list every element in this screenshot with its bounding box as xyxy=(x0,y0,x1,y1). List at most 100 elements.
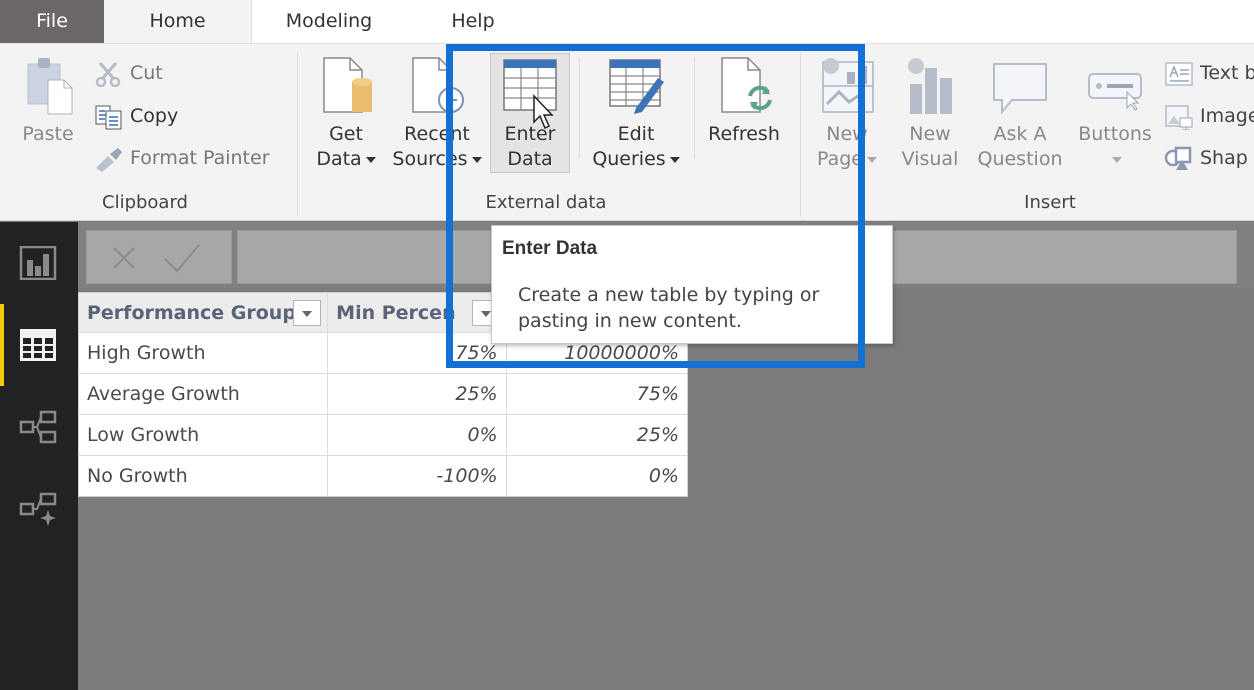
column-header[interactable]: Min Percen xyxy=(328,293,507,332)
edit-table-icon xyxy=(606,54,666,116)
column-header-label: Performance Group xyxy=(87,302,296,324)
ribbon: Paste Cut Copy Format Painter Clipboard … xyxy=(0,43,1254,221)
chevron-down-icon xyxy=(669,156,680,163)
ask-question-label-1: Ask A xyxy=(993,123,1047,145)
table-cell[interactable]: Average Growth xyxy=(79,374,329,414)
table-cell[interactable]: Low Growth xyxy=(79,415,329,455)
format-painter-button[interactable]: Format Painter xyxy=(94,143,270,173)
chevron-down-icon xyxy=(867,156,877,163)
enter-data-label-2: Data xyxy=(507,148,553,170)
bar-chart-icon xyxy=(900,54,960,116)
column-filter-dropdown[interactable] xyxy=(293,300,322,326)
table-cell[interactable]: 25% xyxy=(328,374,507,414)
recent-sources-label-1: Recent xyxy=(404,123,470,145)
copy-icon xyxy=(94,104,124,130)
table-cell[interactable]: 0% xyxy=(328,415,507,455)
table-cell[interactable]: 0% xyxy=(507,456,687,496)
chevron-down-icon xyxy=(471,156,482,163)
cut-button[interactable]: Cut xyxy=(94,58,163,88)
text-box-label: Text b xyxy=(1200,62,1254,84)
edit-queries-button[interactable]: Edit Queries xyxy=(590,54,682,172)
text-box-icon xyxy=(1164,61,1194,87)
buttons-button[interactable]: Buttons xyxy=(1072,54,1158,172)
model-sparkle-icon xyxy=(19,492,57,526)
clipboard-group-label: Clipboard xyxy=(102,192,188,213)
nav-relationships-view[interactable] xyxy=(0,386,78,468)
group-separator xyxy=(297,52,298,217)
scissors-icon xyxy=(94,61,124,87)
recent-sources-button[interactable]: Recent Sources xyxy=(388,54,486,172)
column-header-label: Min Percen xyxy=(336,302,456,324)
new-visual-button[interactable]: New Visual xyxy=(894,54,966,172)
mouse-cursor-icon xyxy=(532,94,558,132)
speech-bubble-icon xyxy=(990,54,1050,116)
external-data-group-label: External data xyxy=(485,192,607,213)
image-icon xyxy=(1164,104,1194,130)
table-cell[interactable]: 75% xyxy=(328,333,507,373)
new-page-button[interactable]: New Page xyxy=(812,54,882,172)
active-indicator xyxy=(0,304,4,386)
nav-data-view[interactable] xyxy=(0,304,78,386)
table-cell[interactable]: High Growth xyxy=(79,333,329,373)
recent-sources-label-2: Sources xyxy=(392,148,468,170)
enter-data-tooltip: Enter Data Create a new table by typing … xyxy=(491,225,893,344)
ask-question-button[interactable]: Ask A Question xyxy=(972,54,1068,172)
copy-button[interactable]: Copy xyxy=(94,101,178,131)
image-button[interactable]: Image xyxy=(1164,101,1254,131)
database-icon xyxy=(316,54,376,116)
text-box-button[interactable]: Text b xyxy=(1164,58,1254,88)
table-row: Average Growth 25% 75% xyxy=(79,374,687,415)
get-data-button[interactable]: Get Data xyxy=(310,54,382,172)
ribbon-tab-bar: File Home Modeling Help xyxy=(0,0,1254,44)
shapes-button[interactable]: Shap xyxy=(1164,143,1248,173)
group-separator xyxy=(800,52,801,217)
buttons-label: Buttons xyxy=(1078,123,1152,145)
table-cell[interactable]: 75% xyxy=(507,374,687,414)
copy-label: Copy xyxy=(130,105,179,127)
cut-label: Cut xyxy=(130,62,163,84)
paste-icon xyxy=(18,54,78,116)
tab-modeling[interactable]: Modeling xyxy=(262,0,396,43)
nav-report-view[interactable] xyxy=(0,222,78,304)
tab-help[interactable]: Help xyxy=(430,0,516,43)
recent-sources-icon xyxy=(407,54,467,116)
refresh-button[interactable]: Refresh xyxy=(702,54,786,147)
chevron-down-icon xyxy=(1112,156,1122,163)
paste-button[interactable]: Paste xyxy=(14,54,82,147)
formula-actions xyxy=(86,230,232,284)
ask-question-label-2: Question xyxy=(977,148,1063,170)
table-cell[interactable]: -100% xyxy=(328,456,507,496)
refresh-icon xyxy=(714,54,774,116)
nav-model-view[interactable] xyxy=(0,468,78,550)
enter-data-button[interactable]: Enter Data xyxy=(490,53,570,173)
x-icon[interactable] xyxy=(109,243,139,273)
refresh-label: Refresh xyxy=(708,123,780,145)
table-grid-icon xyxy=(19,328,57,362)
tooltip-body: Create a new table by typing or pasting … xyxy=(518,284,820,332)
button-separator xyxy=(694,58,695,158)
tab-file[interactable]: File xyxy=(0,0,104,43)
paintbrush-icon xyxy=(94,146,124,172)
column-header[interactable]: Performance Group xyxy=(79,293,329,332)
paste-label: Paste xyxy=(22,123,74,145)
table-cell[interactable]: 25% xyxy=(507,415,687,455)
get-data-label-2: Data xyxy=(316,148,362,170)
table-row: Low Growth 0% 25% xyxy=(79,415,687,456)
tab-home[interactable]: Home xyxy=(104,0,252,44)
table-row: No Growth -100% 0% xyxy=(79,456,687,496)
button-separator xyxy=(579,58,580,158)
view-nav xyxy=(0,222,78,690)
table-cell[interactable]: No Growth xyxy=(79,456,329,496)
chevron-down-icon xyxy=(365,156,376,163)
button-icon xyxy=(1085,54,1145,116)
checkmark-icon[interactable] xyxy=(161,243,201,273)
format-painter-label: Format Painter xyxy=(130,147,270,169)
shapes-label: Shap xyxy=(1200,147,1248,169)
new-page-label-2: Page xyxy=(817,148,863,170)
new-page-label-1: New xyxy=(826,123,868,145)
shapes-icon xyxy=(1164,146,1194,172)
relationships-icon xyxy=(19,410,57,444)
tooltip-title: Enter Data xyxy=(502,238,598,259)
report-icon xyxy=(19,245,57,281)
new-visual-label-2: Visual xyxy=(901,148,959,170)
